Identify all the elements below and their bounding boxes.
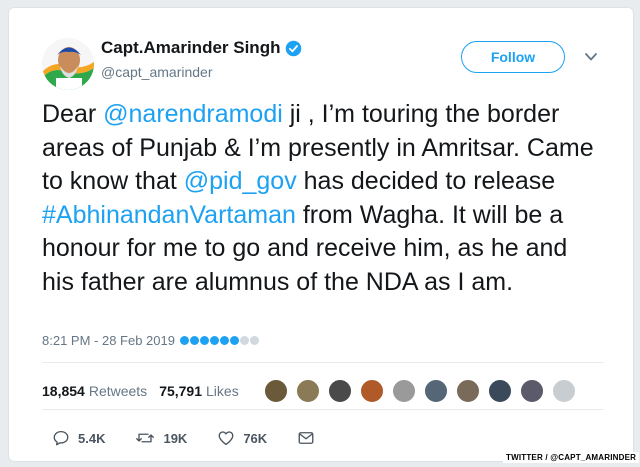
tweet-text-segment: has decided to release	[296, 167, 556, 195]
retweet-label: Retweets	[88, 383, 148, 399]
like-count[interactable]: 75,791	[159, 383, 202, 399]
avatar[interactable]	[456, 379, 480, 403]
dot-icon	[189, 336, 199, 345]
liker-avatars	[264, 379, 584, 403]
mention-link[interactable]: @pid_gov	[184, 167, 297, 195]
heart-icon	[218, 431, 234, 446]
dot-icon	[199, 336, 209, 345]
tweet-card: Capt.Amarinder Singh @capt_amarinder Fol…	[8, 7, 634, 462]
avatar[interactable]	[42, 38, 94, 90]
envelope-icon	[298, 432, 314, 444]
verified-badge-icon	[286, 40, 302, 56]
retweet-button[interactable]: 19K	[135, 429, 187, 447]
avatar[interactable]	[488, 379, 512, 403]
avatar[interactable]	[328, 379, 352, 403]
tweet-text: Dear @narendramodi ji , I’m touring the …	[42, 98, 602, 299]
tweet-timestamp[interactable]: 8:21 PM - 28 Feb 2019	[42, 333, 175, 348]
avatar[interactable]	[424, 379, 448, 403]
mention-link[interactable]: @narendramodi	[103, 100, 283, 128]
hashtag-link[interactable]: #AbhinandanVartaman	[42, 201, 296, 229]
user-handle[interactable]: @capt_amarinder	[101, 64, 213, 80]
avatar[interactable]	[296, 379, 320, 403]
dot-icon	[249, 336, 259, 345]
tweet-actions: 5.4K 19K 76K	[52, 429, 353, 447]
dot-icon	[219, 336, 229, 345]
like-label: Likes	[206, 383, 239, 399]
like-action-count: 76K	[243, 430, 268, 446]
avatar[interactable]	[392, 379, 416, 403]
dot-icon	[179, 336, 189, 345]
dot-icon	[229, 336, 239, 345]
avatar[interactable]	[264, 379, 288, 403]
direct-message-button[interactable]	[297, 429, 323, 447]
avatar[interactable]	[520, 379, 544, 403]
divider	[42, 362, 604, 363]
source-watermark: TWITTER / @CAPT_AMARINDER	[503, 452, 640, 463]
retweet-count[interactable]: 18,854	[42, 383, 85, 399]
avatar[interactable]	[360, 379, 384, 403]
retweet-icon	[136, 433, 155, 443]
divider	[42, 409, 604, 410]
redaction-dots	[179, 336, 259, 345]
dot-icon	[209, 336, 219, 345]
reply-button[interactable]: 5.4K	[52, 429, 105, 447]
avatar[interactable]	[552, 379, 576, 403]
reply-count: 5.4K	[78, 430, 106, 446]
engagement-stats: 18,854 Retweets 75,791 Likes	[42, 383, 239, 399]
avatar-portrait	[42, 38, 94, 90]
dot-icon	[239, 336, 249, 345]
chevron-down-icon[interactable]	[584, 50, 598, 64]
reply-icon	[53, 430, 69, 446]
follow-button[interactable]: Follow	[461, 41, 565, 73]
retweet-action-count: 19K	[163, 430, 188, 446]
like-button[interactable]: 76K	[217, 429, 267, 447]
display-name[interactable]: Capt.Amarinder Singh	[101, 38, 280, 58]
tweet-text-segment: Dear	[42, 100, 104, 128]
